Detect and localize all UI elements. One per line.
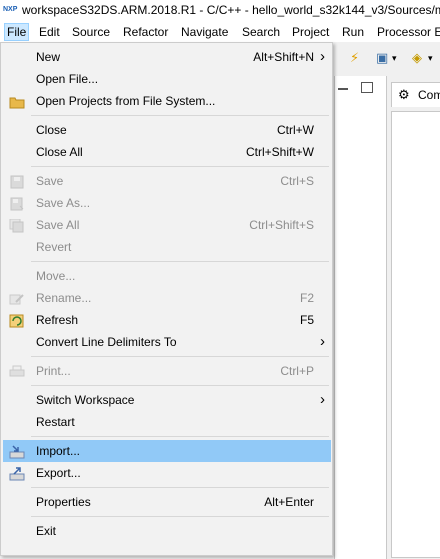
menu-item-label: Save (36, 174, 64, 188)
submenu-arrow-icon: › (320, 333, 325, 350)
menu-item-label: Open File... (36, 72, 99, 86)
menu-item-properties[interactable]: Properties Alt+Enter (3, 491, 331, 513)
menu-item-refresh[interactable]: Refresh F5 (3, 309, 331, 331)
menu-item-save[interactable]: Save Ctrl+S (3, 170, 331, 192)
component-icon: ⚙ (398, 87, 410, 102)
menu-source[interactable]: Source (70, 24, 112, 40)
menu-item-rename[interactable]: Rename... F2 (3, 287, 331, 309)
menu-search[interactable]: Search (240, 24, 282, 40)
view-content (391, 111, 440, 558)
window-title: workspaceS32DS.ARM.2018.R1 - C/C++ - hel… (22, 3, 440, 17)
menu-item-export[interactable]: Export... (3, 462, 331, 484)
menu-item-switch-workspace[interactable]: Switch Workspace › (3, 389, 331, 411)
shortcut-label: Ctrl+S (280, 174, 314, 188)
menu-item-label: Close (36, 123, 67, 137)
menu-navigate[interactable]: Navigate (179, 24, 230, 40)
menu-separator (31, 385, 329, 386)
menu-item-label: Close All (36, 145, 83, 159)
menu-item-label: Export... (36, 466, 81, 480)
editor-area (334, 76, 388, 559)
shortcut-label: Alt+Shift+N (253, 50, 314, 64)
menu-item-new[interactable]: New Alt+Shift+N › (3, 46, 331, 68)
save-all-icon (9, 218, 25, 233)
menu-item-label: Open Projects from File System... (36, 94, 216, 108)
file-menu-dropdown: New Alt+Shift+N › Open File... Open Projects… (0, 42, 333, 556)
menu-item-save-all[interactable]: Save All Ctrl+Shift+S (3, 214, 331, 236)
rename-icon (9, 291, 25, 305)
menu-processor-ex[interactable]: Processor Ex (375, 24, 440, 40)
open-type-icon[interactable]: ◈ (412, 50, 422, 66)
menu-item-restart[interactable]: Restart (3, 411, 331, 433)
save-icon (9, 174, 25, 189)
menu-item-move[interactable]: Move... (3, 265, 331, 287)
menu-item-label: Save As... (36, 196, 91, 210)
menu-item-import[interactable]: Import... (3, 440, 331, 462)
shortcut-label: Ctrl+Shift+W (245, 145, 314, 159)
menu-separator (31, 261, 329, 262)
export-icon (9, 466, 25, 481)
menu-item-label: Print... (36, 364, 71, 378)
tab-com[interactable]: ⚙ Com (391, 82, 440, 107)
submenu-arrow-icon: › (320, 48, 325, 65)
menu-item-save-as[interactable]: Save As... (3, 192, 331, 214)
menu-item-label: Switch Workspace (36, 393, 135, 407)
menu-item-revert[interactable]: Revert (3, 236, 331, 258)
menu-bar: File Edit Source Refactor Navigate Search Proj… (0, 22, 440, 42)
menu-file[interactable]: File (4, 23, 30, 41)
menu-item-label: Properties (36, 495, 91, 509)
menu-item-open-file[interactable]: Open File... (3, 68, 331, 90)
menu-item-label: Refresh (36, 313, 79, 327)
menu-separator (31, 166, 329, 167)
shortcut-label: F2 (299, 291, 314, 305)
menu-item-label: Rename... (36, 291, 92, 305)
menu-project[interactable]: Project (290, 24, 331, 40)
menu-separator (31, 436, 329, 437)
main-toolbar: ⚡ ▣ ▾ ◈ ▾ (334, 42, 440, 76)
menu-item-label: Revert (36, 240, 72, 254)
shortcut-label: Ctrl+P (280, 364, 314, 378)
new-connection-icon[interactable]: ▣ (376, 50, 388, 66)
save-as-icon (9, 196, 25, 211)
menu-item-label: Import... (36, 444, 81, 458)
tab-label: Com (418, 88, 440, 102)
lightning-icon[interactable]: ⚡ (350, 50, 359, 66)
menu-item-exit[interactable]: Exit (3, 520, 331, 542)
shortcut-label: F5 (299, 313, 314, 327)
folder-icon (9, 94, 25, 109)
import-icon (9, 444, 25, 459)
menu-item-label: Exit (36, 524, 57, 538)
menu-run[interactable]: Run (340, 24, 366, 40)
menu-refactor[interactable]: Refactor (121, 24, 170, 40)
chevron-down-icon[interactable]: ▾ (392, 53, 397, 64)
menu-separator (31, 516, 329, 517)
menu-item-open-projects-from-file-system[interactable]: Open Projects from File System... (3, 90, 331, 112)
maximize-icon[interactable] (361, 82, 373, 93)
submenu-arrow-icon: › (320, 391, 325, 408)
menu-item-print[interactable]: Print... Ctrl+P (3, 360, 331, 382)
shortcut-label: Alt+Enter (264, 495, 314, 509)
menu-separator (31, 487, 329, 488)
menu-item-label: New (36, 50, 61, 64)
chevron-down-icon[interactable]: ▾ (428, 53, 433, 64)
nxp-logo-icon: NXP (3, 6, 18, 13)
menu-item-label: Save All (36, 218, 80, 232)
menu-separator (31, 115, 329, 116)
menu-item-convert-line-delimiters-to[interactable]: Convert Line Delimiters To › (3, 331, 331, 353)
menu-item-label: Convert Line Delimiters To (36, 335, 177, 349)
menu-item-close-all[interactable]: Close All Ctrl+Shift+W (3, 141, 331, 163)
menu-item-label: Restart (36, 415, 75, 429)
menu-edit[interactable]: Edit (37, 24, 62, 40)
menu-item-label: Move... (36, 269, 76, 283)
refresh-icon (9, 313, 25, 328)
minimize-icon[interactable] (338, 88, 348, 90)
title-bar: NXP workspaceS32DS.ARM.2018.R1 - C/C++ -… (0, 0, 440, 22)
menu-separator (31, 356, 329, 357)
menu-item-close[interactable]: Close Ctrl+W (3, 119, 331, 141)
shortcut-label: Ctrl+Shift+S (249, 218, 314, 232)
right-view-panel: ⚙ Com (386, 76, 440, 559)
shortcut-label: Ctrl+W (277, 123, 314, 137)
print-icon (9, 364, 25, 378)
